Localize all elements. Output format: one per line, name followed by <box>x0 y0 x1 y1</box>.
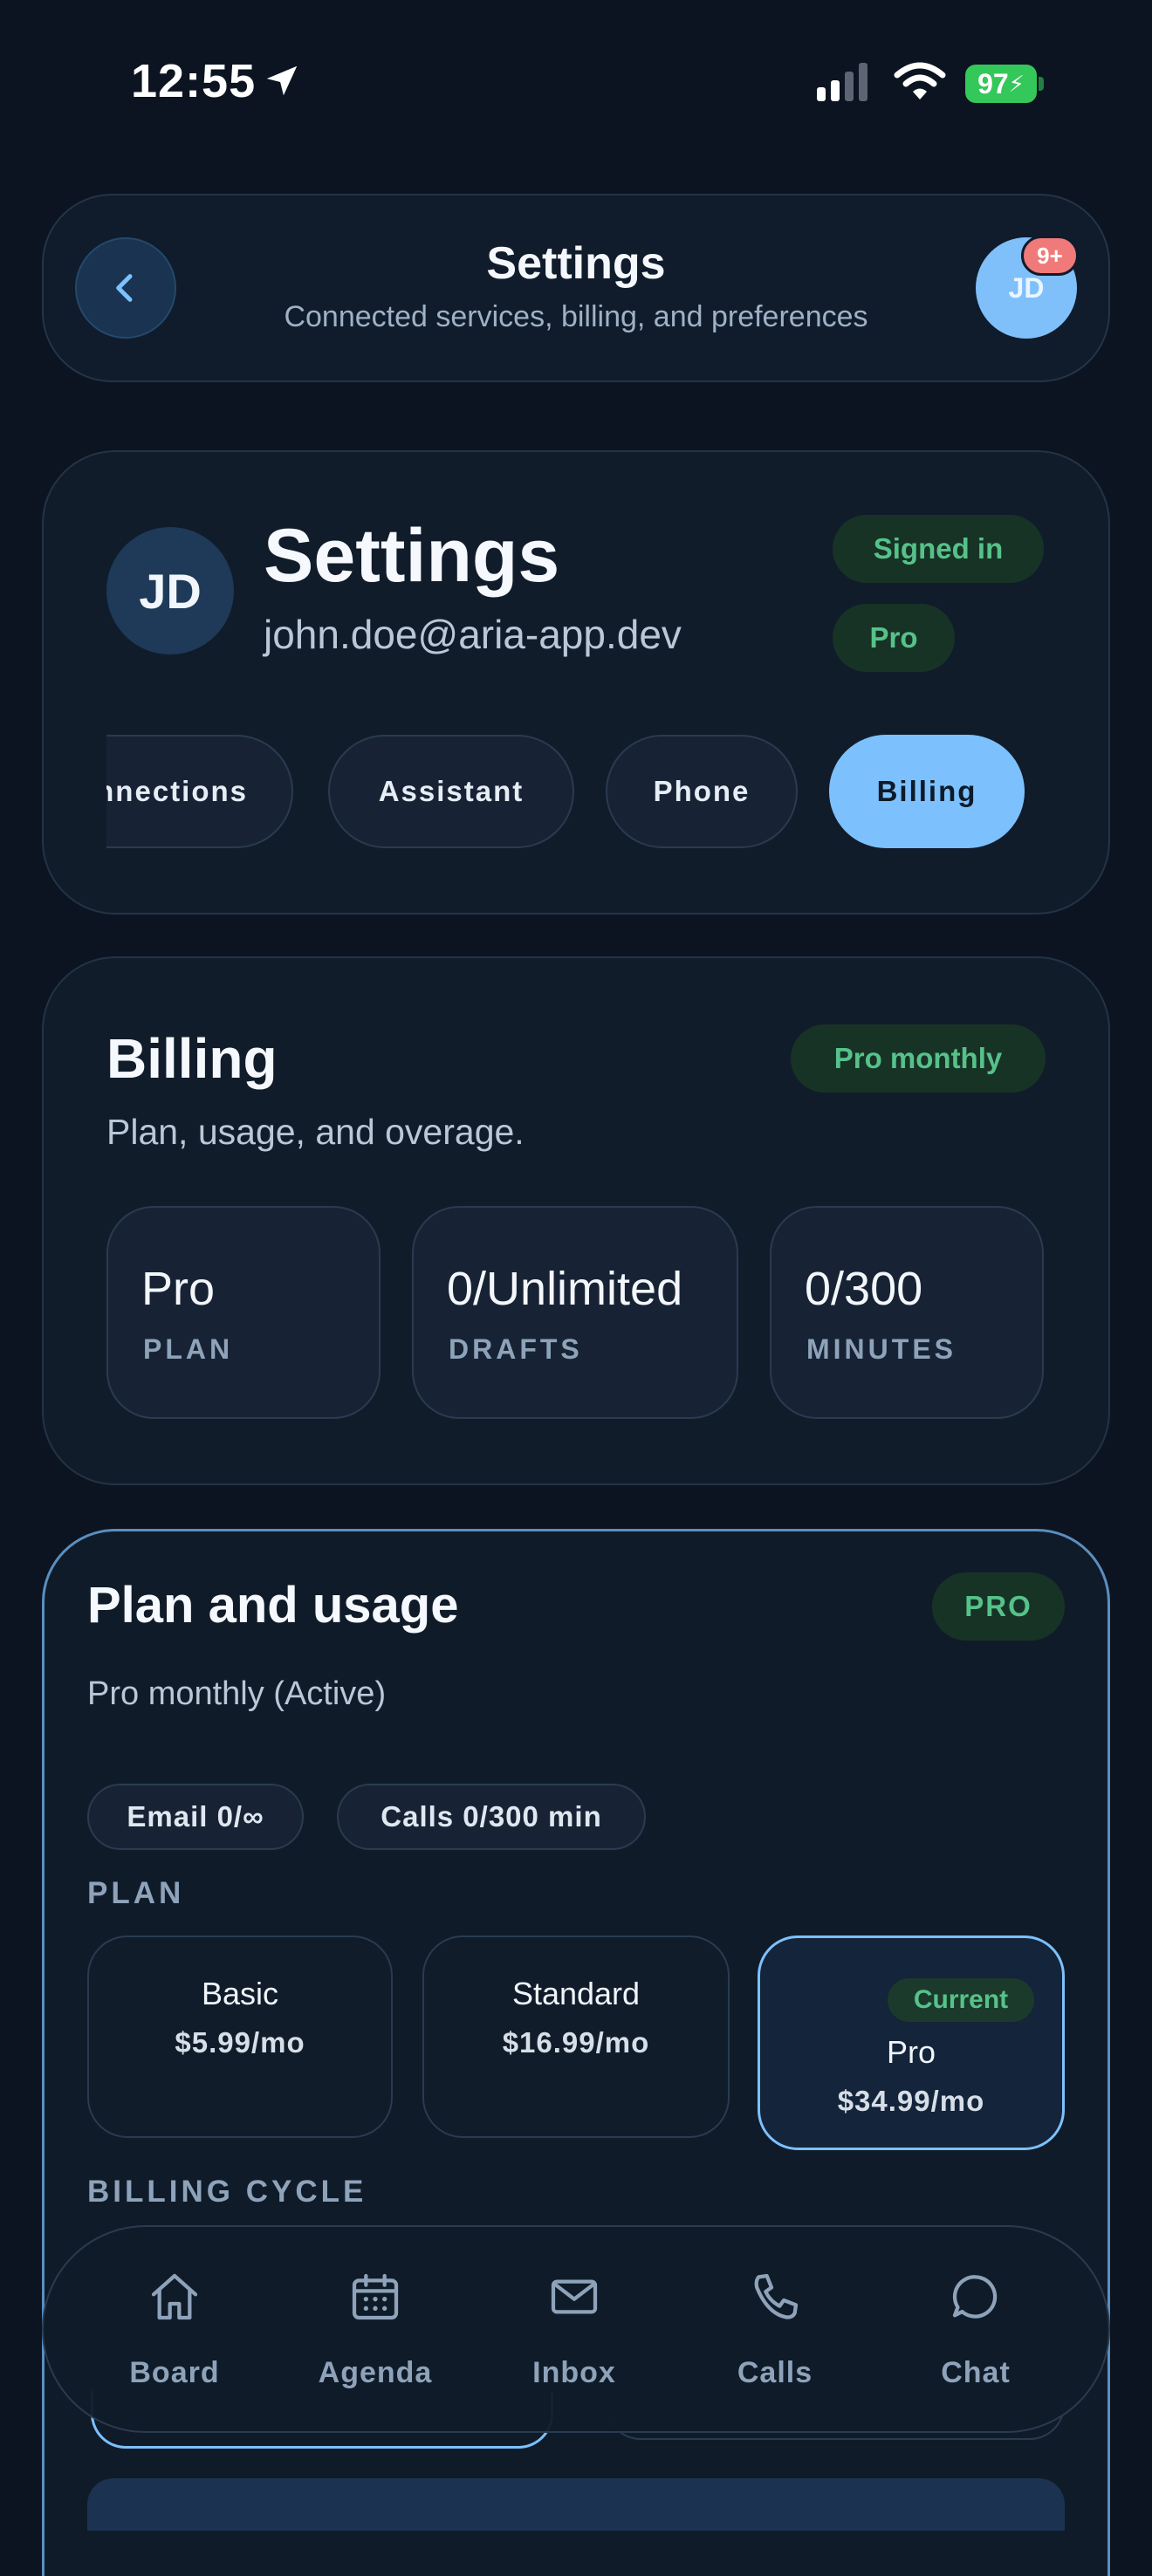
signed-in-badge: Signed in <box>833 515 1044 583</box>
page-title: Settings <box>486 238 666 289</box>
stat-plan: Pro PLAN <box>106 1206 381 1419</box>
mail-icon <box>551 2279 598 2314</box>
stat-value: 0/Unlimited <box>447 1263 683 1315</box>
nav-label: Inbox <box>532 2356 616 2389</box>
nav-label: Chat <box>941 2356 1011 2389</box>
tab-phone[interactable]: Phone <box>606 735 798 848</box>
stat-minutes: 0/300 MINUTES <box>770 1206 1044 1419</box>
usage-chip-calls: Calls 0/300 min <box>337 1784 646 1850</box>
tier-badge: PRO <box>932 1572 1065 1641</box>
notification-badge: 9+ <box>1021 236 1079 276</box>
stat-label: DRAFTS <box>449 1333 583 1365</box>
stat-value: Pro <box>141 1263 216 1315</box>
nav-item-calls[interactable]: Calls <box>705 2269 845 2400</box>
stat-label: MINUTES <box>806 1333 957 1365</box>
nav-label: Agenda <box>318 2356 433 2389</box>
plan-usage-subtitle: Pro monthly (Active) <box>87 1675 387 1712</box>
billing-plan-badge: Pro monthly <box>791 1024 1046 1093</box>
plan-price: $34.99/mo <box>837 2085 985 2117</box>
page-subtitle: Connected services, billing, and prefere… <box>284 300 868 333</box>
plan-section-label: PLAN <box>87 1876 185 1910</box>
plan-name: Pro <box>886 2034 936 2070</box>
stat-value: 0/300 <box>805 1263 923 1315</box>
tab-connections[interactable]: Connections <box>106 735 293 848</box>
tab-billing[interactable]: Billing <box>829 735 1025 848</box>
plan-name: Basic <box>201 1976 279 2011</box>
billing-subtitle: Plan, usage, and overage. <box>106 1112 525 1152</box>
calendar-icon <box>352 2273 399 2320</box>
stat-label: PLAN <box>143 1333 234 1365</box>
nav-item-board[interactable]: Board <box>105 2269 244 2400</box>
action-button[interactable] <box>87 2478 1065 2531</box>
plan-usage-title: Plan and usage <box>87 1577 459 1634</box>
profile-avatar: JD <box>106 527 234 654</box>
nav-label: Board <box>129 2356 220 2389</box>
profile-email: john.doe@aria-app.dev <box>264 612 682 657</box>
nav-label: Calls <box>737 2356 813 2389</box>
current-plan-badge: Current <box>888 1978 1034 2022</box>
profile-title: Settings <box>264 514 560 598</box>
nav-item-chat[interactable]: Chat <box>906 2269 1046 2400</box>
nav-item-inbox[interactable]: Inbox <box>504 2269 644 2400</box>
cellular-signal-icon <box>817 63 867 101</box>
nav-item-agenda[interactable]: Agenda <box>305 2269 445 2400</box>
location-arrow-icon <box>266 65 298 96</box>
charging-bolt-icon: ⚡ <box>1008 70 1025 97</box>
status-time: 12:55 <box>131 55 257 107</box>
chevron-left-icon <box>116 274 133 302</box>
plan-option-pro[interactable]: Current Pro $34.99/mo <box>758 1935 1065 2150</box>
plan-option-basic[interactable]: Basic $5.99/mo <box>87 1935 393 2138</box>
home-icon <box>151 2273 198 2320</box>
battery-level: 97 <box>977 67 1009 99</box>
wifi-icon <box>894 62 946 99</box>
settings-tabs: Connections Assistant Phone Billing <box>106 733 1046 850</box>
tab-assistant[interactable]: Assistant <box>328 735 574 848</box>
phone-icon <box>754 2273 799 2319</box>
usage-chip-email: Email 0/∞ <box>87 1784 304 1850</box>
plan-price: $5.99/mo <box>175 2026 305 2059</box>
battery-indicator: 97 ⚡ <box>965 65 1044 103</box>
stat-drafts: 0/Unlimited DRAFTS <box>412 1206 738 1419</box>
plan-option-standard[interactable]: Standard $16.99/mo <box>422 1935 730 2138</box>
chat-icon <box>952 2275 998 2319</box>
plan-name: Standard <box>511 1976 641 2011</box>
back-button[interactable] <box>75 237 176 339</box>
billing-cycle-label: BILLING CYCLE <box>87 2175 367 2209</box>
plan-badge: Pro <box>833 604 955 672</box>
plan-price: $16.99/mo <box>502 2026 650 2059</box>
billing-title: Billing <box>106 1027 278 1090</box>
